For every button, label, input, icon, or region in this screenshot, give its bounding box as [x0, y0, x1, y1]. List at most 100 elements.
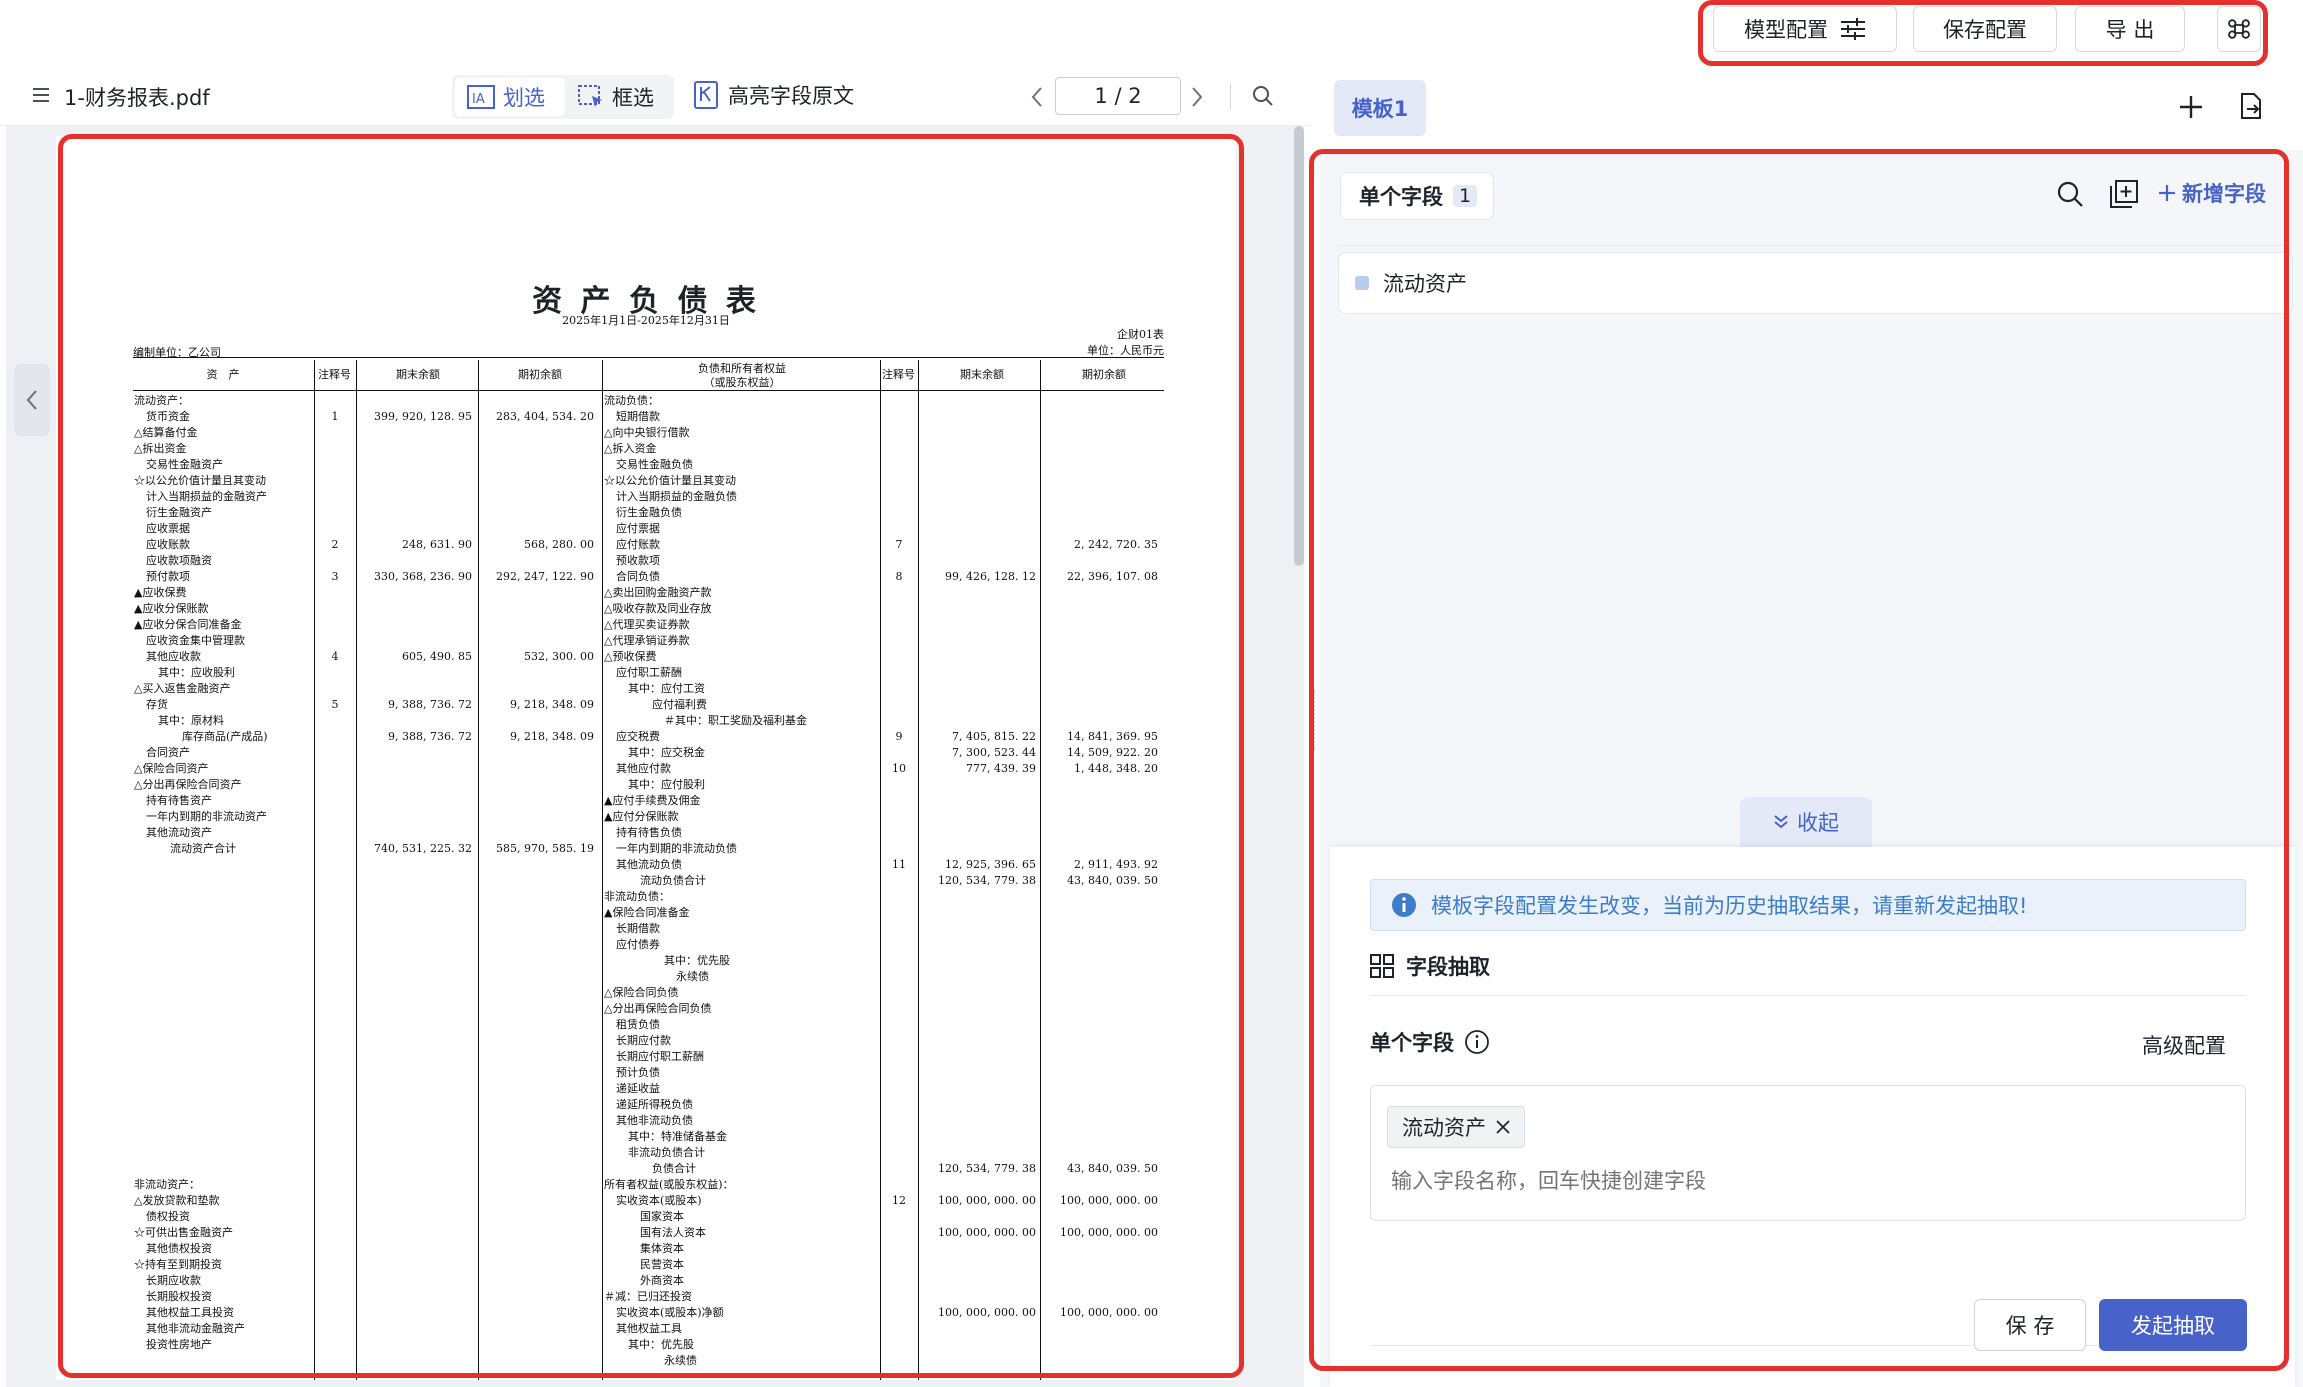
field-name-input[interactable] [1391, 1164, 2211, 1198]
viewer-scrollbar[interactable] [1294, 126, 1304, 566]
asset-row-label: 库存商品(产成品) [182, 730, 268, 743]
liability-row-label: 其中：特准储备基金 [628, 1130, 727, 1143]
asset-row-label: ☆可供出售金融资产 [134, 1226, 233, 1239]
liability-row-begin-balance: 100, 000, 000. 00 [1060, 1306, 1158, 1319]
command-button[interactable] [2217, 6, 2261, 52]
header-assets: 资 产 [206, 368, 240, 381]
asset-row-label: 交易性金融资产 [146, 458, 223, 471]
collapse-sidebar-toggle[interactable] [14, 364, 50, 436]
liability-row-label: 负债合计 [652, 1162, 696, 1175]
field-search-icon[interactable] [2056, 180, 2084, 208]
start-extract-label: 发起抽取 [2131, 1314, 2215, 1338]
liability-row-end-balance: 120, 534, 779. 38 [938, 1162, 1036, 1175]
liability-row-label: △拆入资金 [604, 442, 657, 455]
model-config-button[interactable]: 模型配置 [1713, 6, 1897, 52]
header-end-left: 期末余额 [396, 368, 440, 381]
prev-page-icon[interactable] [1030, 86, 1044, 108]
next-page-icon[interactable] [1190, 86, 1204, 108]
template-tab-label: 模板1 [1351, 97, 1409, 121]
template-tab[interactable]: 模板1 [1334, 80, 1426, 136]
export-button[interactable]: 导 出 [2075, 6, 2185, 52]
grid-icon [1370, 954, 1394, 978]
import-file-icon[interactable] [2238, 92, 2264, 120]
save-config-button[interactable]: 保存配置 [1913, 6, 2057, 52]
batch-add-icon[interactable] [2110, 180, 2138, 208]
liability-row-end-balance: 100, 000, 000. 00 [938, 1226, 1036, 1239]
advanced-config-link[interactable]: 高级配置 [2142, 1030, 2226, 1060]
collapse-label: 收起 [1797, 811, 1839, 835]
asset-row-label: 应收票据 [146, 522, 190, 535]
asset-row-label: ☆以公允价值计量且其变动 [134, 474, 266, 487]
liability-row-label: △吸收存款及同业存放 [604, 602, 712, 615]
section-header: 字段抽取 [1370, 951, 1490, 981]
highlight-original-toggle[interactable]: 高亮字段原文 [694, 80, 854, 110]
liability-row-label: 预计负债 [616, 1066, 660, 1079]
asset-row-begin-balance: 9, 218, 348. 09 [510, 698, 594, 711]
liability-row-label: 一年内到期的非流动负债 [616, 842, 737, 855]
selected-field-tag: 流动资产 [1387, 1106, 1525, 1148]
asset-row-label: 应收资金集中管理款 [146, 634, 245, 647]
asset-row-label: 合同资产 [146, 746, 190, 759]
field-item-label: 流动资产 [1383, 272, 1467, 296]
asset-row-note: 3 [331, 570, 339, 583]
liability-row-label: 租赁负债 [616, 1018, 660, 1031]
add-field-button[interactable]: 新增字段 [2158, 178, 2266, 208]
export-label: 导 出 [2105, 18, 2155, 42]
liability-row-label: ▲应付分保账款 [604, 810, 679, 823]
start-extract-button[interactable]: 发起抽取 [2099, 1299, 2247, 1351]
asset-row-begin-balance: 292, 247, 122. 90 [496, 570, 594, 583]
asset-row-label: 长期应收款 [146, 1274, 201, 1287]
model-config-label: 模型配置 [1744, 18, 1828, 42]
liability-row-begin-balance: 14, 841, 369. 95 [1067, 730, 1158, 743]
section-divider [1370, 995, 2246, 996]
liability-row-label: ☆以公允价值计量且其变动 [604, 474, 736, 487]
header-liabilities-1: 负债和所有者权益 [698, 362, 786, 375]
asset-row-label: 衍生金融资产 [146, 506, 212, 519]
liability-row-label: 持有待售负债 [616, 826, 682, 839]
command-icon [2227, 17, 2251, 41]
liability-row-label: 集体资本 [640, 1242, 684, 1255]
asset-row-label: 其他非流动金融资产 [146, 1322, 245, 1335]
search-icon[interactable] [1252, 85, 1274, 107]
page-input[interactable]: 1 / 2 [1055, 77, 1181, 115]
liability-row-label: 国家资本 [640, 1210, 684, 1223]
asset-row-note: 5 [331, 698, 339, 711]
liability-row-label: 其中：应交税金 [628, 746, 705, 759]
form-number: 企财01表 [1117, 328, 1164, 341]
liability-row-label: △代理承销证券款 [604, 634, 690, 647]
liability-row-label: 长期借款 [616, 922, 660, 935]
liability-row-begin-balance: 43, 840, 039. 50 [1067, 1162, 1158, 1175]
single-field-tab[interactable]: 单个字段 1 [1340, 172, 1494, 220]
save-button[interactable]: 保 存 [1974, 1299, 2086, 1351]
table-column-line [918, 360, 919, 1380]
currency-unit: 单位：人民币元 [1087, 344, 1164, 357]
mode-box-select[interactable]: 框选 [568, 78, 672, 116]
menu-icon[interactable] [32, 86, 50, 104]
field-input-box[interactable]: 流动资产 [1370, 1085, 2246, 1221]
mode-line-select-label: 划选 [503, 86, 545, 110]
liability-row-label: 实收资本(或股本)净额 [616, 1306, 724, 1319]
table-column-line [1040, 360, 1041, 1380]
collapse-button[interactable]: 收起 [1740, 797, 1872, 847]
asset-row-end-balance: 330, 368, 236. 90 [374, 570, 472, 583]
panel-resize-handle[interactable] [1313, 690, 1317, 750]
table-top-rule [133, 357, 1164, 358]
mode-line-select[interactable]: IA 划选 [455, 78, 565, 116]
liability-row-label: 合同负债 [616, 570, 660, 583]
header-begin-right: 期初余额 [1082, 368, 1126, 381]
liability-row-end-balance: 99, 426, 128. 12 [945, 570, 1036, 583]
pdf-page: 资 产 负 债 表 2025年1月1日-2025年12月31日 企财01表 单位… [56, 136, 1236, 1380]
table-column-line [880, 360, 881, 1380]
asset-row-label: △发放贷款和垫款 [134, 1194, 220, 1207]
info-outline-icon[interactable] [1464, 1029, 1490, 1055]
selected-field-tag-label: 流动资产 [1402, 1116, 1486, 1140]
close-icon[interactable] [1496, 1120, 1510, 1134]
liability-row-label: 其他应付款 [616, 762, 671, 775]
asset-row-label: △分出再保险合同资产 [134, 778, 242, 791]
add-template-icon[interactable] [2178, 94, 2204, 120]
liability-row-label: 衍生金融负债 [616, 506, 682, 519]
header-note-right: 注释号 [882, 368, 915, 381]
field-item[interactable]: 流动资产 [1338, 252, 2293, 314]
liability-row-note: 9 [895, 730, 903, 743]
history-alert: 模板字段配置发生改变，当前为历史抽取结果，请重新发起抽取! [1370, 879, 2246, 931]
